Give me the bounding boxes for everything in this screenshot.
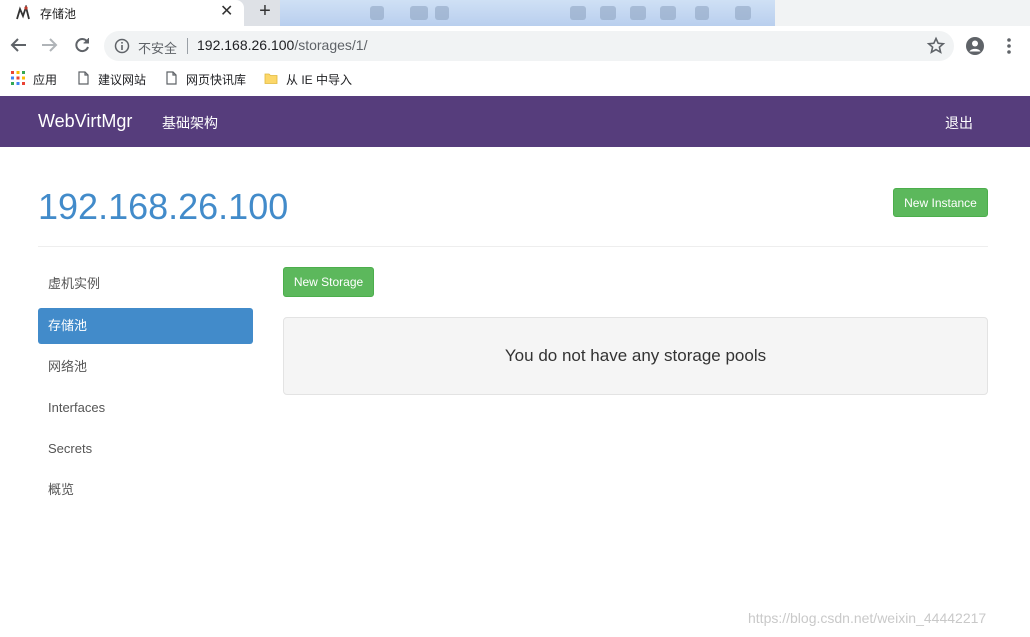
bookmark-label: 应用	[33, 73, 58, 87]
new-tab-icon[interactable]: +	[252, 0, 278, 24]
empty-state-panel: You do not have any storage pools	[283, 317, 988, 395]
sidebar-item-network-pools[interactable]: 网络池	[38, 349, 253, 385]
url-path: /storages/1/	[294, 37, 368, 53]
sidebar-item-secrets[interactable]: Secrets	[38, 431, 253, 467]
page-icon	[78, 71, 89, 85]
browser-toolbar: 不安全 192.168.26.100/storages/1/	[0, 26, 1030, 64]
address-bar[interactable]: 不安全 192.168.26.100/storages/1/	[104, 31, 954, 61]
browser-tabstrip: 存储池 ✕ +	[0, 0, 1030, 26]
url-host: 192.168.26.100	[197, 37, 295, 53]
sidebar-item-instances[interactable]: 虚机实例	[38, 266, 253, 302]
app-navbar: WebVirtMgr 基础架构 退出	[0, 96, 1030, 147]
tab-close-icon[interactable]: ✕	[220, 2, 233, 22]
watermark-text: https://blog.csdn.net/weixin_44442217	[748, 610, 987, 626]
bookmark-import-from-ie[interactable]: 从 IE 中导入	[264, 70, 364, 88]
new-instance-button[interactable]: New Instance	[893, 188, 988, 217]
browser-tab-active[interactable]: 存储池 ✕	[0, 0, 244, 26]
bookmark-label: 网页快讯库	[186, 73, 247, 87]
security-status[interactable]: 不安全	[138, 38, 177, 57]
sidebar-item-interfaces[interactable]: Interfaces	[38, 390, 253, 426]
folder-icon	[264, 73, 278, 84]
header-divider	[38, 246, 988, 247]
more-menu-icon[interactable]	[1002, 36, 1016, 56]
page-title: 192.168.26.100	[38, 186, 289, 227]
page-icon	[166, 71, 177, 85]
url-text[interactable]: 192.168.26.100/storages/1/	[197, 37, 367, 53]
info-icon[interactable]	[114, 38, 130, 54]
blurred-window-area	[280, 0, 775, 26]
bookmark-label: 建议网站	[98, 73, 147, 87]
omnibox-divider	[187, 38, 188, 54]
bookmark-suggested-sites[interactable]: 建议网站	[76, 70, 156, 88]
account-icon[interactable]	[965, 36, 985, 56]
apps-grid-icon	[11, 71, 25, 85]
new-storage-button[interactable]: New Storage	[283, 267, 374, 297]
bookmark-apps[interactable]: 应用	[11, 70, 71, 88]
bookmark-label: 从 IE 中导入	[286, 73, 353, 87]
bookmark-star-icon[interactable]	[926, 36, 946, 56]
nav-infrastructure-link[interactable]: 基础架构	[162, 113, 218, 133]
forward-arrow-icon[interactable]	[38, 34, 60, 56]
sidebar-item-overview[interactable]: 概览	[38, 472, 253, 508]
sidebar-item-storage-pools[interactable]: 存储池	[38, 308, 253, 344]
brand-link[interactable]: WebVirtMgr	[38, 111, 132, 132]
reload-icon[interactable]	[71, 34, 93, 56]
bookmark-web-slices[interactable]: 网页快讯库	[164, 70, 254, 88]
webvirtmgr-favicon-icon	[16, 5, 30, 20]
bookmarks-bar: 应用 建议网站 网页快讯库 从 IE 中导入	[0, 64, 1030, 94]
back-arrow-icon[interactable]	[8, 34, 30, 56]
tab-title: 存储池	[40, 7, 77, 21]
nav-logout-link[interactable]: 退出	[945, 113, 973, 133]
empty-state-message: You do not have any storage pools	[504, 346, 767, 365]
